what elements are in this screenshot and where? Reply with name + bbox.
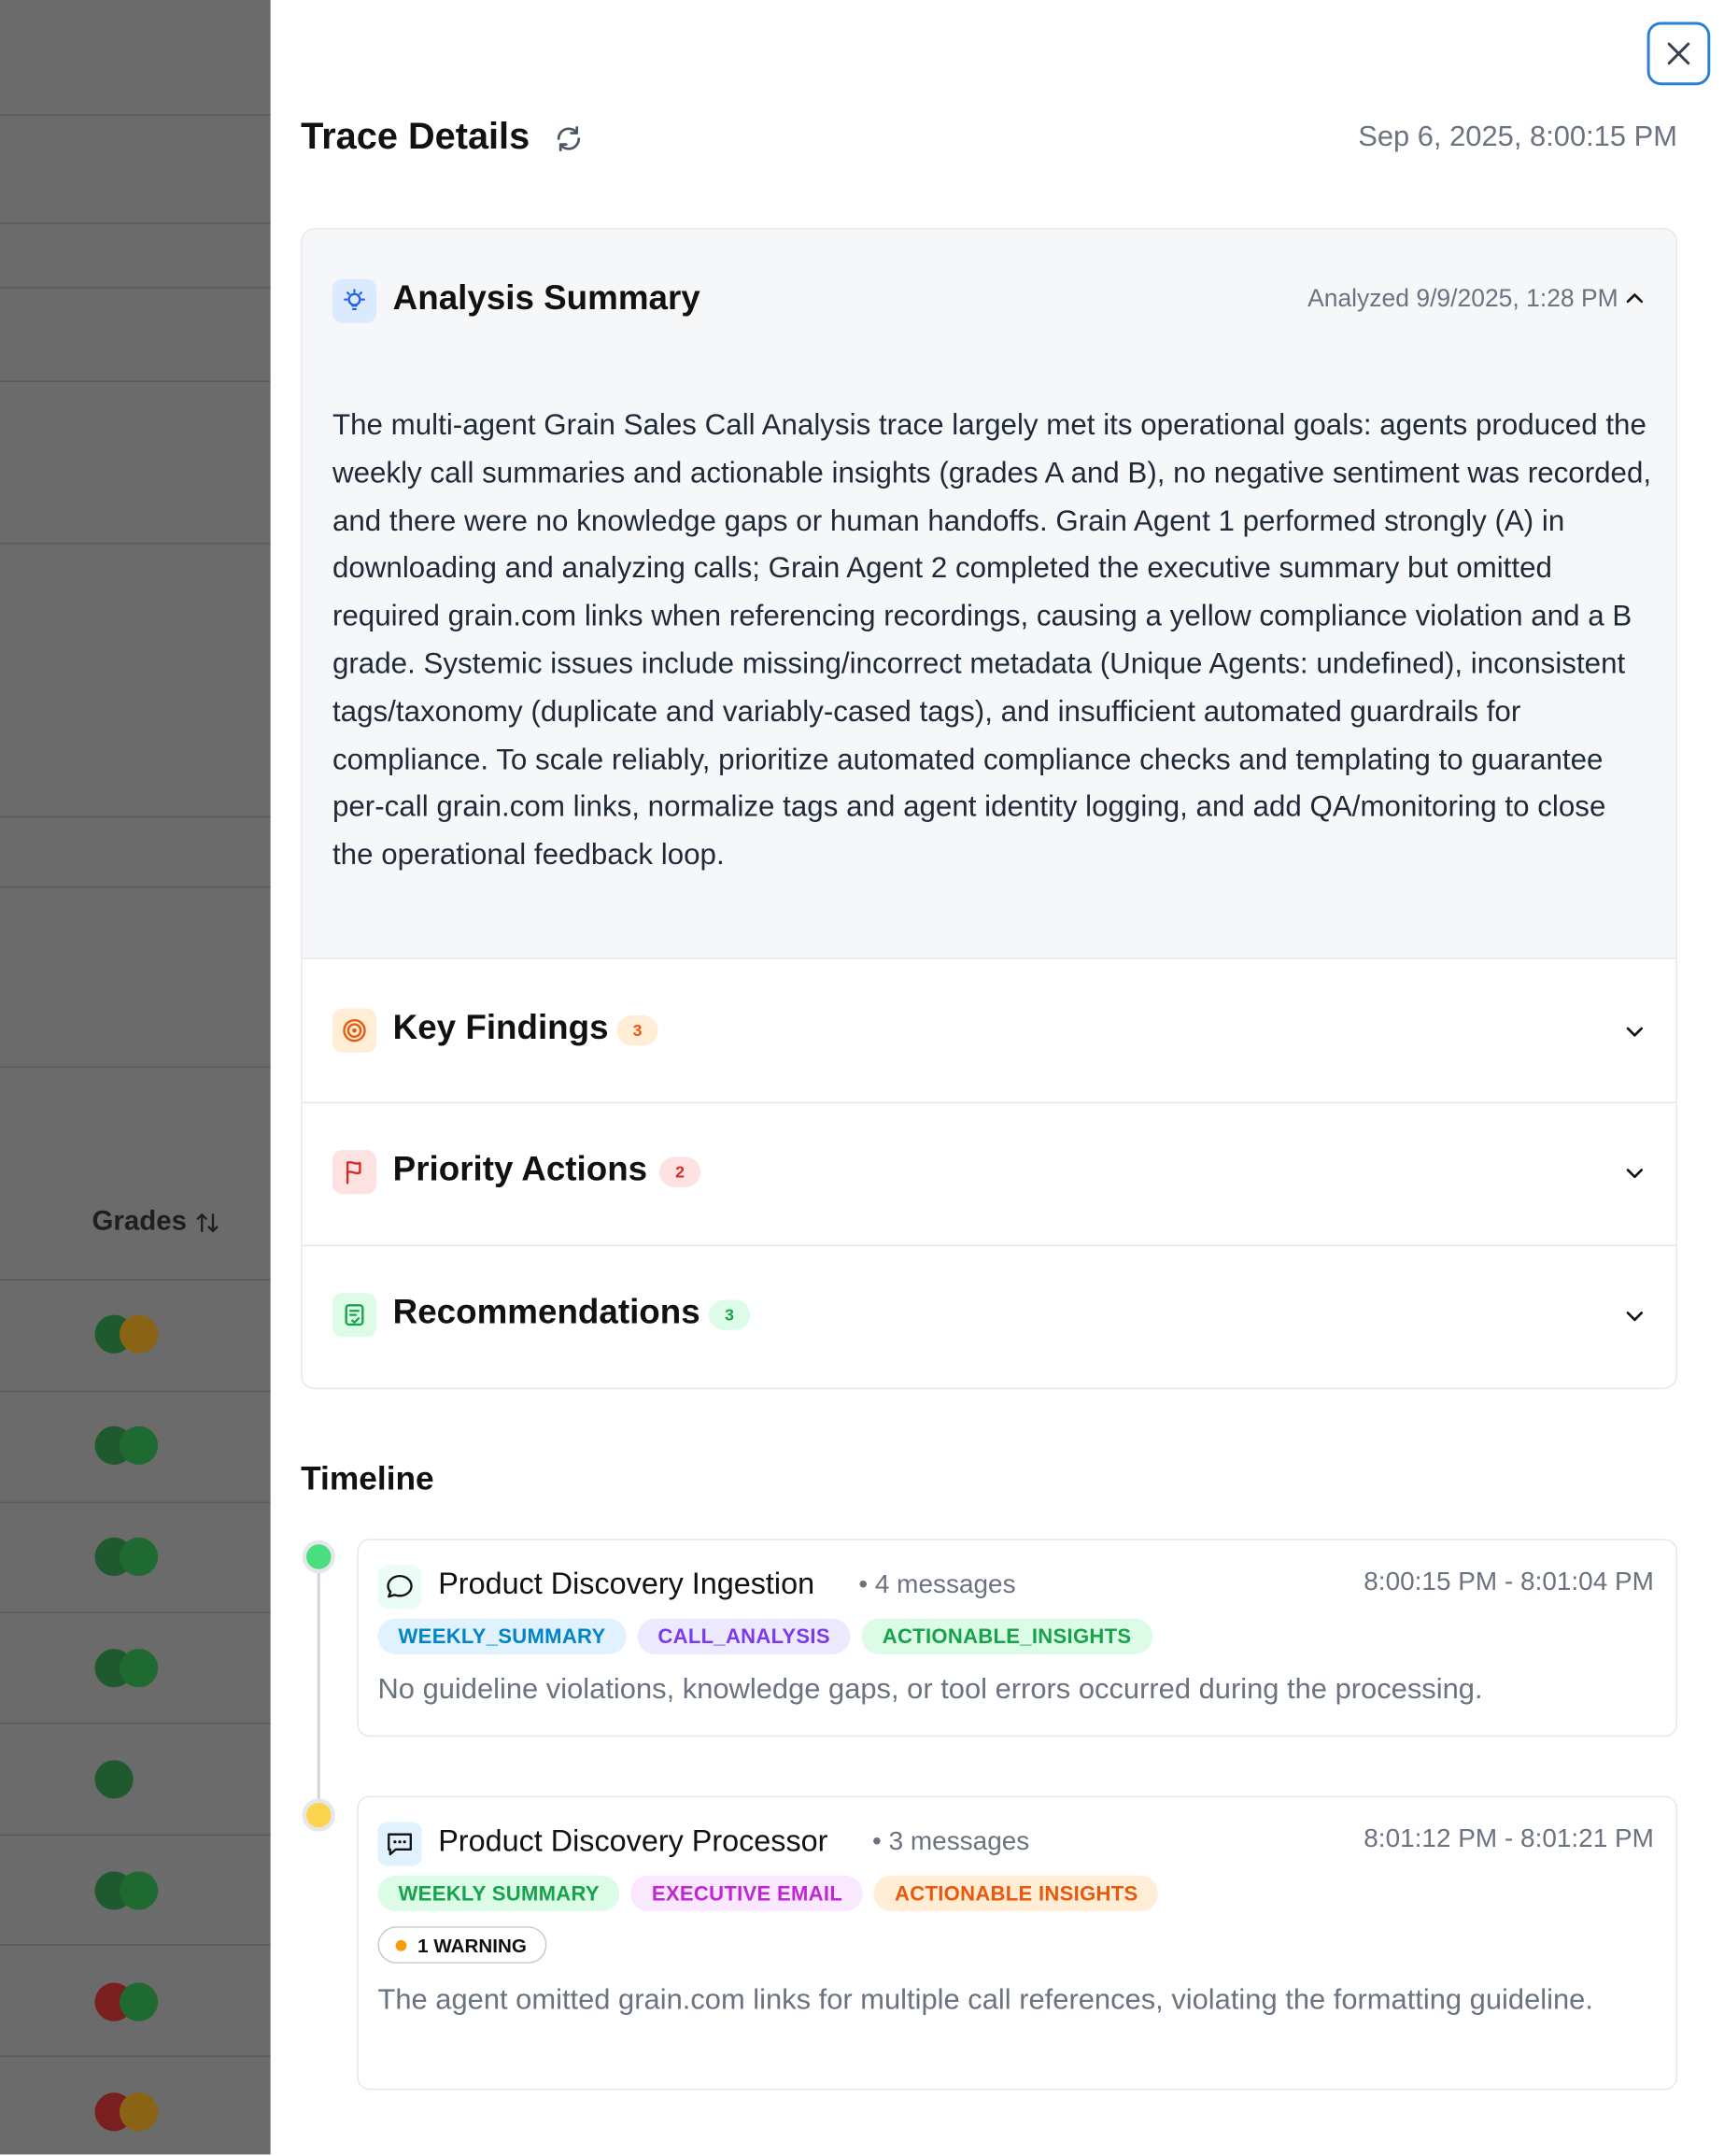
event-title: Product Discovery Ingestion	[438, 1566, 815, 1601]
grade-dots	[94, 1426, 159, 1465]
warning-dot-icon	[395, 1939, 407, 1950]
event-time-range: 8:01:12 PM - 8:01:21 PM	[1364, 1824, 1654, 1854]
divider	[0, 1390, 271, 1393]
expand-recommendations[interactable]	[1624, 1305, 1646, 1334]
grade-dot	[119, 2092, 159, 2132]
grade-dot	[119, 1649, 159, 1688]
divider	[0, 1611, 271, 1613]
divider	[0, 1834, 271, 1837]
divider	[0, 1501, 271, 1504]
divider	[0, 1723, 271, 1724]
trace-timestamp: Sep 6, 2025, 8:00:15 PM	[1358, 121, 1677, 153]
event-message-count: • 4 messages	[858, 1570, 1016, 1600]
timeline-dot-success	[302, 1539, 335, 1574]
priority-actions-count-badge: 2	[659, 1156, 701, 1187]
tag: WEEKLY_SUMMARY	[377, 1618, 627, 1654]
warning-badge[interactable]: 1 WARNING	[377, 1926, 547, 1964]
expand-priority-actions[interactable]	[1624, 1162, 1646, 1191]
target-icon	[332, 1008, 377, 1053]
divider	[0, 2055, 271, 2057]
tag: WEEKLY SUMMARY	[377, 1875, 621, 1912]
analyzed-timestamp: Analyzed 9/9/2025, 1:28 PM	[1307, 284, 1618, 312]
chevron-down-icon	[1626, 1169, 1644, 1179]
recommendations-title: Recommendations	[392, 1293, 700, 1332]
grade-dots	[94, 1871, 159, 1910]
grade-dot	[94, 1760, 134, 1799]
chevron-up-icon	[1626, 293, 1644, 304]
divider	[0, 1944, 271, 1946]
event-description: No guideline violations, knowledge gaps,…	[377, 1673, 1483, 1706]
grade-dot	[119, 1426, 159, 1465]
divider	[0, 1279, 271, 1281]
grade-dots	[94, 1314, 159, 1354]
grade-dot	[119, 1871, 159, 1910]
event-tags: WEEKLY_SUMMARY CALL_ANALYSIS ACTIONABLE_…	[377, 1618, 1152, 1654]
grades-column-header[interactable]: Grades	[92, 1206, 220, 1238]
analysis-summary-title: Analysis Summary	[392, 278, 700, 318]
expand-key-findings[interactable]	[1624, 1021, 1646, 1050]
divider	[0, 816, 271, 818]
background-overlay: Grades	[0, 0, 271, 2155]
event-title: Product Discovery Processor	[438, 1823, 828, 1858]
tag: CALL_ANALYSIS	[637, 1618, 851, 1654]
event-description: The agent omitted grain.com links for mu…	[377, 1983, 1593, 2016]
timeline-event[interactable]: Product Discovery Processor • 3 messages…	[357, 1795, 1677, 2091]
grade-dots	[94, 2092, 159, 2132]
tag: ACTIONABLE_INSIGHTS	[861, 1618, 1152, 1654]
event-tags: WEEKLY SUMMARY EXECUTIVE EMAIL ACTIONABL…	[377, 1875, 1159, 1912]
grade-dot	[119, 1314, 159, 1354]
collapse-button[interactable]	[1624, 287, 1646, 316]
close-icon	[1667, 42, 1690, 65]
chat-bubble-icon	[377, 1565, 422, 1610]
event-time-range: 8:00:15 PM - 8:01:04 PM	[1364, 1567, 1654, 1597]
timeline-connector	[317, 1556, 320, 1816]
timeline-event[interactable]: Product Discovery Ingestion • 4 messages…	[357, 1539, 1677, 1738]
chevron-down-icon	[1626, 1027, 1644, 1037]
tag: EXECUTIVE EMAIL	[630, 1875, 864, 1912]
chevron-down-icon	[1626, 1312, 1644, 1322]
close-button[interactable]	[1646, 21, 1711, 86]
event-message-count: • 3 messages	[872, 1827, 1030, 1857]
grade-dots	[94, 1760, 134, 1799]
divider	[0, 543, 271, 545]
refresh-button[interactable]	[554, 123, 584, 161]
warning-label: 1 WARNING	[417, 1934, 527, 1956]
sort-icon	[196, 1213, 219, 1232]
grade-dots	[94, 1649, 159, 1688]
grade-dot	[119, 1537, 159, 1577]
priority-actions-title: Priority Actions	[392, 1150, 648, 1189]
divider	[0, 114, 271, 116]
priority-actions-row[interactable]: Priority Actions 2	[303, 1103, 1676, 1246]
key-findings-count-badge: 3	[616, 1014, 658, 1046]
refresh-icon	[557, 126, 581, 152]
checklist-icon	[332, 1293, 377, 1338]
timeline-title: Timeline	[301, 1460, 434, 1498]
divider	[0, 1066, 271, 1068]
grade-dots	[94, 1982, 159, 2021]
page-title: Trace Details	[301, 115, 530, 157]
lightbulb-icon	[332, 278, 377, 323]
timeline-dot-warning	[302, 1798, 335, 1832]
trace-details-panel: Trace Details Sep 6, 2025, 8:00:15 PM An…	[270, 0, 1724, 2155]
divider	[0, 287, 271, 289]
grade-dot	[119, 1982, 159, 2021]
analysis-summary-section: Analysis Summary Analyzed 9/9/2025, 1:28…	[302, 229, 1676, 959]
analysis-card: Analysis Summary Analyzed 9/9/2025, 1:28…	[301, 228, 1677, 1390]
recommendations-count-badge: 3	[708, 1299, 751, 1330]
divider	[0, 222, 271, 224]
key-findings-row[interactable]: Key Findings 3	[303, 959, 1676, 1102]
grades-header-label: Grades	[92, 1206, 187, 1237]
flag-icon	[332, 1150, 377, 1195]
divider	[0, 380, 271, 382]
analysis-summary-text: The multi-agent Grain Sales Call Analysi…	[332, 407, 1652, 872]
recommendations-row[interactable]: Recommendations 3	[303, 1246, 1676, 1388]
key-findings-title: Key Findings	[392, 1008, 609, 1047]
chat-dots-icon	[377, 1822, 422, 1866]
tag: ACTIONABLE INSIGHTS	[873, 1875, 1159, 1912]
grade-dots	[94, 1537, 159, 1577]
